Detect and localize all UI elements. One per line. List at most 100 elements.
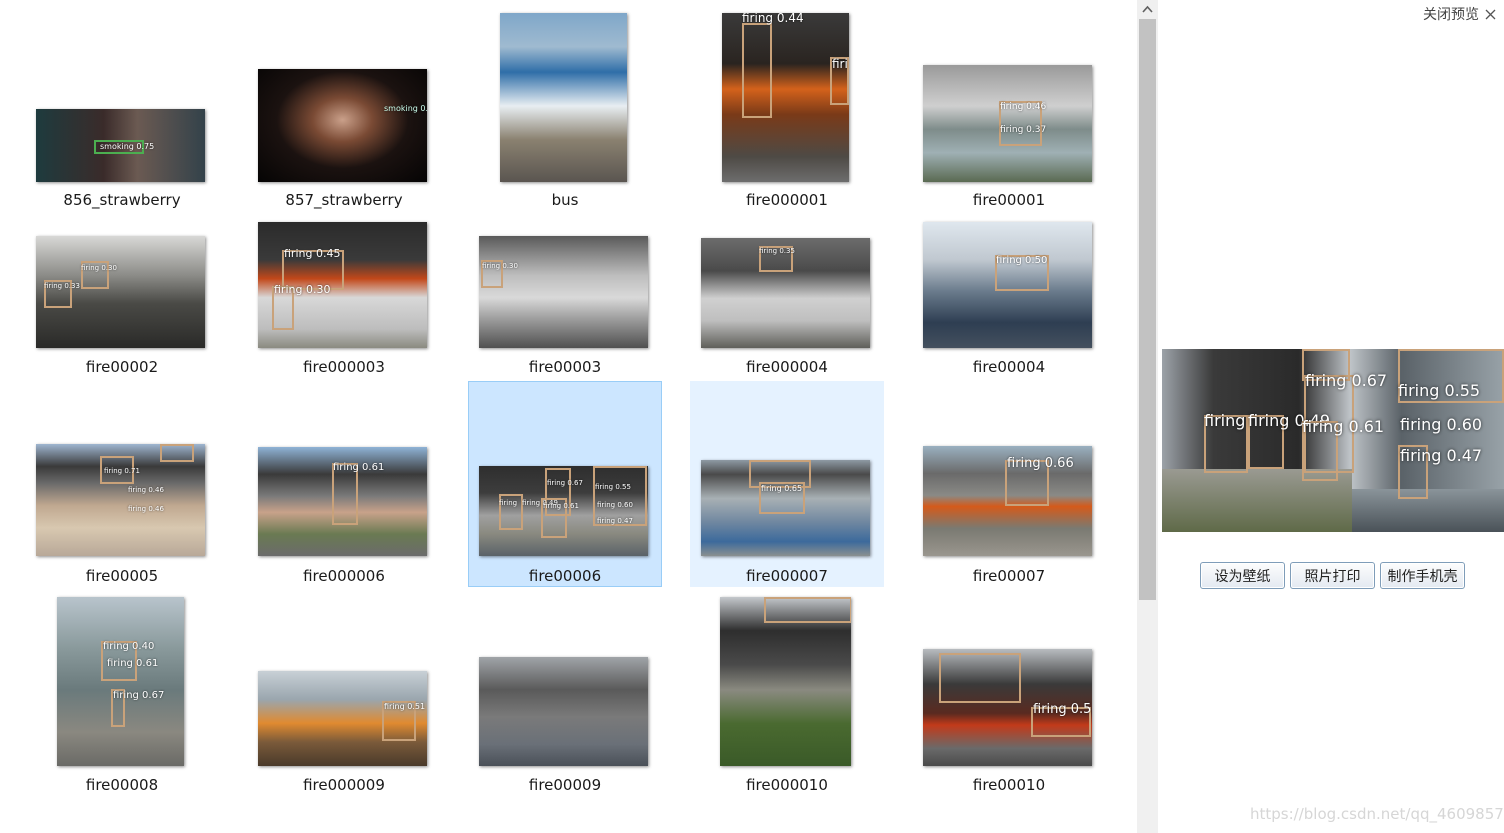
thumbnail-image: firing 0.61 — [258, 447, 427, 556]
file-name: fire00008 — [85, 776, 159, 794]
detection-label: firing 0.47 — [1400, 446, 1483, 465]
close-preview-label: 关闭预览 — [1423, 7, 1479, 23]
chevron-up-icon — [1142, 5, 1153, 13]
detection-label: firing 0.55 — [595, 483, 631, 491]
detection-label: firing 0.60 — [1400, 415, 1483, 434]
file-tile-fire00006[interactable]: firing 0.67 firing 0.55 firing firing 0.… — [468, 381, 662, 587]
detection-label: firing 0.67 — [113, 690, 165, 701]
detection-label: firing — [499, 499, 518, 507]
detection-label: smoking 0.75 — [100, 142, 155, 151]
detection-label: firing 0.47 — [597, 517, 633, 525]
file-name: fire00007 — [972, 567, 1046, 585]
file-tile-857-strawberry[interactable]: smoking 0.81 857_strawberry — [247, 3, 441, 209]
detection-label: firing 0.33 — [44, 282, 80, 290]
detection-label: firing 0.46 — [1000, 102, 1047, 112]
detection-label: firing 0.50 — [996, 255, 1048, 266]
detection-box — [160, 444, 194, 462]
detection-label: firing 0.67 — [1305, 371, 1388, 390]
detection-label: firing 0.35 — [759, 247, 795, 255]
file-name: 857_strawberry — [285, 191, 403, 209]
thumbnail-image: firing 0.46 firing 0.37 — [923, 65, 1092, 182]
close-icon — [1485, 9, 1496, 19]
thumbnail-image: smoking 0.75 — [36, 109, 205, 182]
set-wallpaper-button[interactable]: 设为壁纸 — [1200, 562, 1285, 589]
detection-label: firing 0.65 — [761, 484, 803, 493]
thumbnail-image: firing 0.5 — [923, 649, 1092, 766]
scroll-up-button[interactable] — [1137, 0, 1158, 18]
file-tile-fire000009[interactable]: firing 0.51 fire000009 — [247, 590, 441, 796]
file-name: fire00005 — [85, 567, 159, 585]
preview-image: firing 0.67 firing 0.55 firing firing 0.… — [1162, 349, 1504, 532]
file-tile-bus[interactable]: bus — [468, 3, 662, 209]
thumbnail-image — [479, 657, 648, 766]
file-tile-fire00010[interactable]: firing 0.5 fire00010 — [912, 590, 1106, 796]
thumbnail-image — [720, 597, 851, 766]
file-tile-fire00005[interactable]: firing 0.71 firing 0.46 firing 0.46 fire… — [25, 381, 219, 587]
thumbnail-image: firing 0.35 — [701, 238, 870, 348]
detection-label: firing 0.61 — [1302, 417, 1385, 436]
detection-label: firing 0.37 — [1000, 125, 1047, 135]
detection-label: firing 0.40 — [103, 641, 155, 652]
thumbnail-image: firing 0.44 firi — [722, 13, 849, 182]
detection-label: firing 0.46 — [128, 505, 164, 513]
detection-box — [764, 597, 851, 623]
file-tile-fire000010[interactable]: fire000010 — [690, 590, 884, 796]
detection-label: firing 0.46 — [128, 486, 164, 494]
file-name: fire00003 — [528, 358, 602, 376]
thumbnail-image: firing 0.45 firing 0.30 — [258, 222, 427, 348]
detection-label: firing 0.67 — [547, 479, 583, 487]
watermark-text: https://blog.csdn.net/qq_46098574 — [1250, 805, 1504, 823]
file-name: fire00002 — [85, 358, 159, 376]
detection-label: firi — [832, 57, 848, 71]
file-tile-fire00007[interactable]: firing 0.66 fire00007 — [912, 381, 1106, 587]
detection-label: firing 0.45 — [284, 247, 341, 260]
file-name: fire000007 — [746, 567, 828, 585]
detection-label: firing — [1204, 411, 1246, 430]
file-name: fire00009 — [528, 776, 602, 794]
detection-label: firing 0.61 — [333, 462, 385, 473]
vertical-scrollbar[interactable] — [1137, 0, 1158, 833]
thumbnail-image: firing 0.30 — [479, 236, 648, 348]
make-phone-case-button[interactable]: 制作手机壳 — [1380, 562, 1465, 589]
thumbnail-image: firing 0.65 — [701, 460, 870, 556]
thumbnail-image: firing 0.51 — [258, 671, 427, 766]
detection-label: firing 0.5 — [1033, 702, 1092, 717]
file-name: fire00010 — [972, 776, 1046, 794]
file-tile-fire000007[interactable]: firing 0.65 fire000007 — [690, 381, 884, 587]
preview-water — [1352, 489, 1504, 532]
file-name: fire000009 — [303, 776, 385, 794]
photo-print-button[interactable]: 照片打印 — [1290, 562, 1375, 589]
detection-label: smoking 0.81 — [384, 104, 427, 113]
file-name: fire000001 — [746, 191, 828, 209]
preview-pane: 关闭预览 firing 0.67 firing 0.55 firing firi… — [1158, 0, 1504, 833]
scrollbar-thumb[interactable] — [1139, 19, 1156, 600]
thumbnail-image: firing 0.40 firing 0.61 firing 0.67 — [57, 597, 184, 766]
file-name: 856_strawberry — [63, 191, 181, 209]
detection-label: firing 0.30 — [482, 262, 518, 270]
file-tile-fire00001[interactable]: firing 0.46 firing 0.37 fire00001 — [912, 3, 1106, 209]
detection-label: firing 0.55 — [1398, 381, 1481, 400]
file-tile-fire00009[interactable]: fire00009 — [468, 590, 662, 796]
thumbnail-image: smoking 0.81 — [258, 69, 427, 182]
detection-label: firing 0.44 — [742, 13, 804, 25]
file-name: fire000006 — [303, 567, 385, 585]
file-name: fire00001 — [972, 191, 1046, 209]
file-tile-fire000001[interactable]: firing 0.44 firi fire000001 — [690, 3, 884, 209]
file-name: bus — [551, 191, 579, 209]
thumbnail-image: firing 0.71 firing 0.46 firing 0.46 — [36, 444, 205, 556]
detection-label: firing 0.61 — [107, 658, 159, 669]
file-tile-fire00008[interactable]: firing 0.40 firing 0.61 firing 0.67 fire… — [25, 590, 219, 796]
detection-label: firing 0.60 — [597, 501, 633, 509]
file-thumbnail-grid: smoking 0.75 856_strawberry smoking 0.81… — [0, 0, 1137, 833]
thumbnail-image — [500, 13, 627, 182]
file-name: fire00006 — [528, 567, 602, 585]
thumbnail-image: firing 0.50 — [923, 222, 1092, 348]
file-tile-fire000006[interactable]: firing 0.61 fire000006 — [247, 381, 441, 587]
file-name: fire000004 — [746, 358, 828, 376]
detection-box — [742, 23, 772, 118]
close-preview-button[interactable]: 关闭预览 — [1423, 4, 1496, 24]
thumbnail-image: firing 0.33 firing 0.30 — [36, 236, 205, 348]
detection-label: firing 0.61 — [543, 502, 579, 510]
file-tile-856-strawberry[interactable]: smoking 0.75 856_strawberry — [25, 3, 219, 209]
detection-label: firing 0.30 — [274, 283, 331, 296]
